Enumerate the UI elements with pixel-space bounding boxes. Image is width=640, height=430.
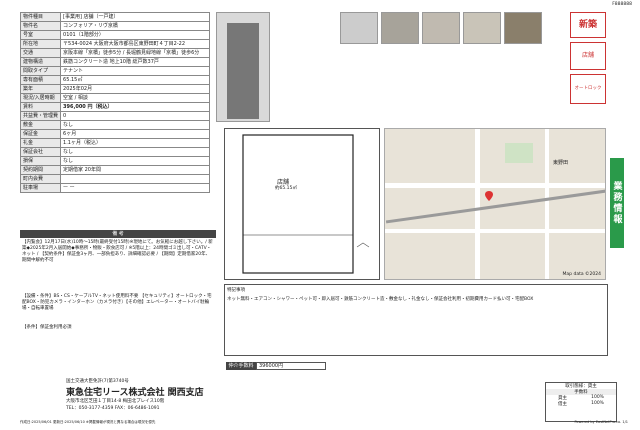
building-illustration: [227, 23, 259, 119]
table-value: 6ヶ月: [60, 129, 210, 139]
table-key: 号室: [19, 30, 62, 40]
table-row: 物件名 コンフォリア・リヴ京橋: [19, 21, 210, 31]
building-photo: [216, 12, 270, 122]
badge-new: 新築: [570, 12, 606, 38]
photo-3: [422, 12, 460, 44]
table-value: 鉄筋コンクリート造 地上10階 総戸数37戸: [60, 57, 210, 67]
trade-box: 取引態様：貸主 手数料 貸主 100% 借主 100%: [545, 382, 617, 422]
company-tel: TEL：050-3177-4359 FAX：06-6486-1091: [66, 406, 160, 411]
table-key: 保証金: [19, 129, 62, 139]
table-row: 号室 0101（1階部分）: [19, 30, 210, 40]
table-key: 建物構造: [19, 57, 62, 67]
table-key: 駐車場: [19, 183, 62, 193]
remarks-text: ネット無料・エアコン・シャワー・ペット可・即入居可・鉄筋コンクリート造・敷金なし…: [227, 297, 534, 302]
table-row: 専有面積 65.15㎡: [19, 75, 210, 85]
table-row: 契約期間 定期借家 20年間: [19, 165, 210, 175]
table-row: 間取タイプ テナント: [19, 66, 210, 76]
company-name: 東急住宅リース株式会社 関西支店: [66, 388, 204, 398]
table-key: 敷金: [19, 120, 62, 130]
license-text: 国土交通大臣免許(7)第3740号: [66, 379, 129, 384]
table-value: 京阪本線「京橋」徒歩5分 / 長堀鶴見緑地線「京橋」徒歩6分: [60, 48, 210, 58]
table-row: 築年 2025年02月: [19, 84, 210, 94]
table-value: 空室 / 相談: [60, 93, 210, 103]
photo-1: [340, 12, 378, 44]
photo-4: [463, 12, 501, 44]
table-value: 0: [60, 111, 210, 121]
map-pin-icon[interactable]: [485, 191, 493, 201]
property-table: 物件種目 [事業用] 店舗（一戸建） 物件名 コンフォリア・リヴ京橋 号室 0101（1階…: [19, 12, 210, 193]
table-value: 〒534-0024 大阪府大阪市都島区東野田町４丁目2-22: [60, 39, 210, 49]
table-key: 物件種目: [19, 12, 62, 22]
table-value: テナント: [60, 66, 210, 76]
table-value: [60, 174, 210, 184]
photo-5: [504, 12, 542, 44]
table-value: なし: [60, 147, 210, 157]
table-row: 敷金 なし: [19, 120, 210, 130]
table-row: 礼金 1.1ヶ月（税込）: [19, 138, 210, 148]
table-row: 交通 京阪本線「京橋」徒歩5分 / 長堀鶴見緑地線「京橋」徒歩6分: [19, 48, 210, 58]
footer-left: 作成日:2025/06/01 更新日:2025/06/10 ※掲載情報が現況と異…: [20, 420, 156, 424]
location-map[interactable]: 東野田 Map data ©2024: [384, 128, 606, 280]
table-key: 町内会費: [19, 174, 62, 184]
table-row: 損保 なし: [19, 156, 210, 166]
table-key: 現況/入居時期: [19, 93, 62, 103]
table-key: 交通: [19, 48, 62, 58]
footer-right: Powered by EastNetPro.co. 1/1: [574, 420, 628, 424]
table-row: 駐車場ー ー: [19, 183, 210, 193]
table-value: [事業用] 店舗（一戸建）: [60, 12, 210, 22]
table-value: コンフォリア・リヴ京橋: [60, 21, 210, 31]
table-row: 保証金 6ヶ月: [19, 129, 210, 139]
table-value: なし: [60, 156, 210, 166]
table-key: 契約期間: [19, 165, 62, 175]
company-address: 大阪市北区芝田１丁目14-8 梅田北プレイス10階: [66, 399, 165, 404]
table-key: 礼金: [19, 138, 62, 148]
table-row: 建物構造 鉄筋コンクリート造 地上10階 総戸数37戸: [19, 57, 210, 67]
map-station-label: 東野田: [553, 160, 569, 166]
table-value: 1.1ヶ月（税込）: [60, 138, 210, 148]
table-key: 保証会社: [19, 147, 62, 157]
remarks-title: 特記事項: [227, 288, 245, 293]
table-row: 賃料 396,000 円（税込）: [19, 102, 210, 112]
table-key: 所在地: [19, 39, 62, 49]
table-key: 築年: [19, 84, 62, 94]
table-value: 396,000 円（税込）: [60, 102, 210, 112]
plan-room-area: 約65.15㎡: [275, 186, 297, 191]
table-value: 65.15㎡: [60, 75, 210, 85]
badge-autolock: オートロック: [570, 74, 606, 104]
table-row: 所在地 〒534-0024 大阪府大阪市都島区東野田町４丁目2-22: [19, 39, 210, 49]
biko-text: 【内覧会】12月17日(水)10時〜15時(最終受付15時)※現地にて。お気軽に…: [22, 240, 213, 263]
map-copyright: Map data ©2024: [562, 272, 601, 277]
photo-2: [381, 12, 419, 44]
condition-text: 【条件】保証金利用必須: [22, 325, 72, 330]
table-key: 間取タイプ: [19, 66, 62, 76]
biko-title: 備 考: [20, 230, 216, 238]
table-key: 損保: [19, 156, 62, 166]
remarks-box: 特記事項 ネット無料・エアコン・シャワー・ペット可・即入居可・鉄筋コンクリート造…: [224, 284, 608, 356]
table-value: 定期借家 20年間: [60, 165, 210, 175]
table-row: 町内会費: [19, 174, 210, 184]
trade-tenant: 借主: [558, 402, 568, 407]
table-value: ー ー: [60, 183, 210, 193]
trade-tenant-value: 100%: [591, 401, 604, 406]
fee-value: 396000円: [256, 362, 326, 370]
property-code: F888888: [612, 2, 632, 7]
table-value: 2025年02月: [60, 84, 210, 94]
table-value: 0101（1階部分）: [60, 30, 210, 40]
table-row: 物件種目 [事業用] 店舗（一戸建）: [19, 12, 210, 22]
badge-shop: 店舗: [570, 42, 606, 70]
table-row: 現況/入居時期 空室 / 相談: [19, 93, 210, 103]
table-key: 共益費・管理費: [19, 111, 62, 121]
fee-label: 仲介手数料: [226, 362, 256, 370]
table-value: なし: [60, 120, 210, 130]
sidebar-tab[interactable]: 業務情報: [610, 158, 624, 248]
floor-plan: 店舗 約65.15㎡: [224, 128, 380, 280]
table-row: 共益費・管理費 0: [19, 111, 210, 121]
table-row: 保証会社 なし: [19, 147, 210, 157]
table-key: 物件名: [19, 21, 62, 31]
table-key: 専有面積: [19, 75, 62, 85]
table-key: 賃料: [19, 102, 62, 112]
equipment-text: 【設備・条件】BS・CS・ケーブルTV・ネット使用料不要 【セキュリティ】オート…: [22, 294, 212, 311]
